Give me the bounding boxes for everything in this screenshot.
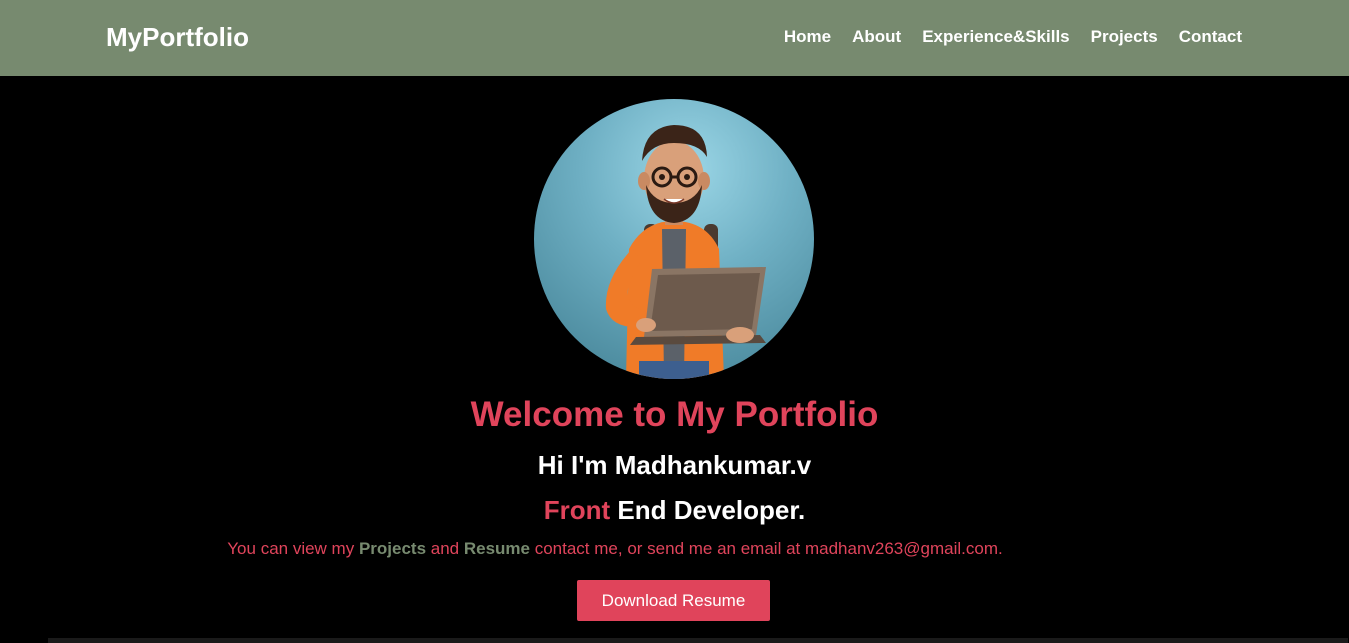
nav-link-home[interactable]: Home — [784, 26, 831, 48]
intro-text-part1: You can view my — [227, 539, 359, 558]
nav-link-projects[interactable]: Projects — [1091, 26, 1158, 48]
navbar: MyPortfolio Home About Experience&Skills… — [0, 0, 1349, 76]
role-rest-text: End Developer. — [610, 495, 806, 525]
projects-link[interactable]: Projects — [359, 539, 426, 558]
intro-text-part2: and — [426, 539, 464, 558]
nav-link-contact[interactable]: Contact — [1179, 26, 1242, 48]
welcome-heading: Welcome to My Portfolio — [470, 395, 879, 434]
brand-logo-link[interactable]: MyPortfolio — [106, 21, 249, 53]
nav-link-about[interactable]: About — [852, 26, 901, 48]
role-heading: Front End Developer. — [0, 494, 1349, 526]
intro-paragraph: You can view my Projects and Resume cont… — [0, 538, 1230, 560]
horizontal-scrollbar[interactable] — [48, 638, 1348, 643]
nav-links: Home About Experience&Skills Projects Co… — [784, 26, 1242, 48]
nav-link-experience-skills[interactable]: Experience&Skills — [922, 26, 1069, 48]
resume-link[interactable]: Resume — [464, 539, 530, 558]
hero-section: Welcome to My Portfolio Hi I'm Madhankum… — [0, 76, 1349, 643]
intro-text-part3: contact me, or send me an email at madha… — [530, 539, 1003, 558]
developer-illustration — [605, 125, 766, 379]
role-accent-text: Front — [543, 495, 611, 525]
download-resume-button[interactable]: Download Resume — [577, 580, 770, 621]
greeting-heading: Hi I'm Madhankumar.v — [537, 450, 812, 480]
profile-avatar — [534, 99, 814, 379]
